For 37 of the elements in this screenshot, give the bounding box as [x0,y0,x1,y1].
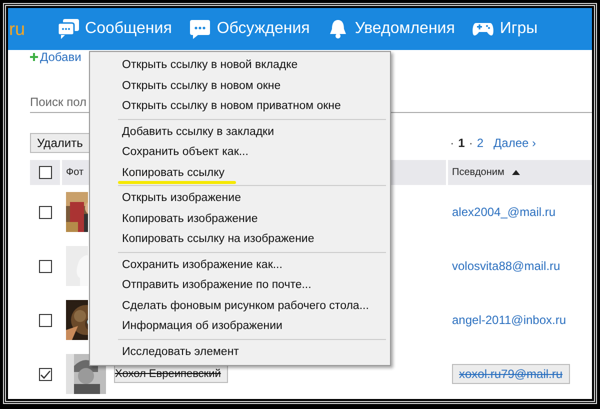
menu-item[interactable]: Копировать изображение [92,208,388,229]
menu-item[interactable]: Сохранить объект как... [92,142,388,162]
checkbox[interactable] [38,166,52,179]
menu-item[interactable]: Открыть изображение [92,188,388,208]
separator-dot: · [468,136,473,150]
email-link[interactable]: alex2004_@mail.ru [452,205,556,219]
checkbox[interactable] [38,368,52,380]
menu-item[interactable]: Отправить изображение по почте... [92,275,388,296]
page-link[interactable]: 1 [458,136,465,150]
checkbox[interactable] [38,260,52,272]
nav-link[interactable]: Обсуждения [188,18,310,40]
checkbox[interactable] [38,206,52,218]
menu-item[interactable]: Добавить ссылку в закладки [92,122,388,142]
menu-item[interactable]: Копировать ссылку на изображение [92,229,388,250]
add-link[interactable]: Добави [40,50,82,64]
separator-dot: · [450,136,454,150]
delete-button[interactable]: Удалить [30,133,90,153]
nav-link[interactable]: Сообщения [57,18,172,40]
menu-item[interactable]: Сохранить изображение как... [92,254,388,275]
checkmark-icon [40,368,50,380]
menu-item[interactable]: Сделать фоновым рисунком рабочего стола... [92,296,388,316]
checkbox[interactable] [38,314,52,326]
chat-bubbles-icon [57,18,80,40]
column-header[interactable]: Псевдоним [448,160,592,185]
page-link[interactable]: 2 [476,136,484,150]
menu-item[interactable]: Информация об изображении [92,316,388,336]
email-link[interactable]: angel-2011@inbox.ru [452,313,566,327]
next-link[interactable]: Далее › [494,136,536,150]
user-name: Хохол Евреипевский [114,365,228,383]
email-link[interactable]: volosvita88@mail.ru [452,259,560,273]
menu-item[interactable]: Исследовать элемент [92,342,388,362]
nav-link[interactable]: Уведомления [326,18,455,40]
chat-bubble-icon [188,18,211,40]
email-link[interactable]: xoxol.ru79@mail.ru [452,364,570,384]
nav-link[interactable]: Игры [472,18,538,40]
menu-item[interactable]: Открыть ссылку в новой вкладке [92,55,388,76]
plus-icon [30,53,38,61]
